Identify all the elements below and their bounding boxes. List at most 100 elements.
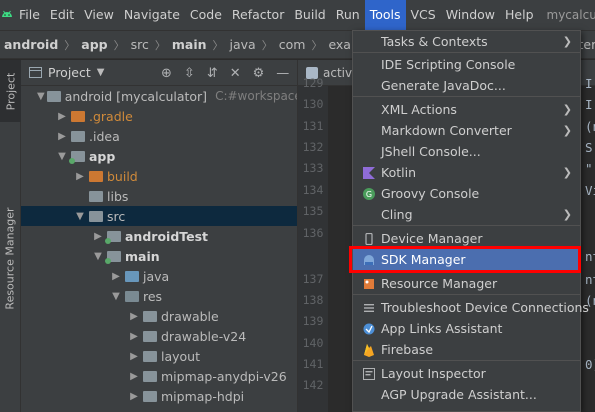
menu-navigate[interactable]: Navigate [119,0,185,30]
menu-item-ide-scripting-console[interactable]: IDE Scripting Console [353,54,580,75]
menu-run[interactable]: Run [331,0,365,30]
code-line-fragment[interactable]: I [585,76,593,91]
menu-item-resource-manager[interactable]: Resource Manager [353,273,580,294]
tree-row[interactable]: ▶ drawable-v24 [21,326,297,346]
code-line-fragment[interactable]: " [585,161,593,176]
chevron-down-icon[interactable]: ▼ [73,211,87,222]
menu-item-kotlin[interactable]: Kotlin ❯ [353,162,580,183]
menu-help[interactable]: Help [500,0,539,30]
menu-item-agp-upgrade-assistant[interactable]: AGP Upgrade Assistant... [353,384,580,405]
chevron-down-icon[interactable]: ▼ [109,291,123,302]
tree-row[interactable]: ▶ .gradle [21,106,297,126]
menu-item-jshell-console[interactable]: JShell Console... [353,141,580,162]
code-line-fragment[interactable]: nt [585,272,595,287]
breadcrumb-item[interactable]: main [172,37,207,52]
resource-manager-tool-tab[interactable]: Resource Manager [0,188,21,328]
tree-row-label: app [89,148,116,164]
tree-row[interactable]: ▶ .idea [21,126,297,146]
project-view-selector[interactable]: Project [48,65,91,80]
crosshair-icon[interactable]: ⊕ [161,66,172,81]
collapse-icon[interactable]: ⇳ [184,66,195,81]
chevron-right-icon[interactable]: ▶ [55,131,69,142]
tree-row-label: src [107,208,126,224]
chevron-right-icon[interactable]: ▶ [127,371,141,382]
menu-vcs[interactable]: VCS [406,0,441,30]
menu-item-device-manager[interactable]: Device Manager [353,228,580,249]
chevron-right-icon[interactable]: ▶ [109,271,123,282]
expand-icon[interactable]: ⇵ [207,66,218,81]
tree-row[interactable]: ▶ mipmap-hdpi [21,386,297,406]
firebase-icon [361,342,377,358]
menu-item-groovy-console[interactable]: G Groovy Console [353,183,580,204]
code-line-fragment[interactable]: (n [585,119,595,134]
tree-row-selected[interactable]: ▼ src [21,206,297,226]
menu-item-firebase[interactable]: Firebase [353,339,580,360]
tree-row[interactable]: ▶ layout [21,346,297,366]
code-line-fragment[interactable]: S [585,140,593,155]
menu-edit[interactable]: Edit [45,0,79,30]
menu-view[interactable]: View [79,0,119,30]
chevron-down-icon[interactable]: ▼ [55,151,69,162]
project-tab-label: Project [4,72,18,110]
menu-code[interactable]: Code [185,0,227,30]
tree-row-label: drawable-v24 [161,328,247,344]
code-line-fragment[interactable]: nt [585,249,595,264]
code-line-fragment[interactable]: 0) [585,357,595,372]
line-number: 140 [302,336,324,350]
tree-row[interactable]: ▼ main [21,246,297,266]
tree-row[interactable]: ▶ build [21,166,297,186]
tree-row[interactable]: ▶ mipmap-anydpi-v26 [21,366,297,386]
tree-row[interactable]: ▼ res [21,286,297,306]
minimize-icon[interactable]: — [276,66,289,81]
code-line-fragment[interactable]: Vi [585,183,595,198]
chevron-right-icon[interactable]: ▶ [127,351,141,362]
menu-item-sdk-manager[interactable]: SDK Manager [353,249,580,270]
chevron-right-icon[interactable]: ▶ [127,331,141,342]
menu-item-tasks-contexts[interactable]: Tasks & Contexts ❯ [353,31,580,52]
menu-file[interactable]: File [14,0,45,30]
menu-item-layout-inspector[interactable]: Layout Inspector [353,363,580,384]
tree-row[interactable]: ▶ drawable [21,306,297,326]
chevron-right-icon[interactable]: ▶ [55,111,69,122]
code-line-fragment[interactable]: I [585,97,593,112]
tree-row-label: mipmap-anydpi-v26 [161,368,287,384]
menu-window[interactable]: Window [441,0,500,30]
close-icon[interactable]: ✕ [230,66,241,81]
menu-build[interactable]: Build [289,0,330,30]
android-studio-icon[interactable] [0,0,14,30]
breadcrumb-item[interactable]: src [131,37,149,52]
device-manager-icon [361,231,377,247]
chevron-right-icon[interactable]: ▶ [127,391,141,402]
submenu-arrow-icon: ❯ [562,166,572,179]
chevron-right-icon[interactable]: ▶ [127,311,141,322]
submenu-arrow-icon: ❯ [562,35,572,48]
breadcrumb-item[interactable]: java [230,37,256,52]
tree-row[interactable]: ▶ androidTest [21,226,297,246]
tree-row[interactable]: ▼ app [21,146,297,166]
chevron-down-icon[interactable]: ▼ [37,91,45,102]
menu-item-app-links-assistant[interactable]: App Links Assistant [353,318,580,339]
breadcrumb-item[interactable]: android [4,37,58,52]
menu-item-markdown-converter[interactable]: Markdown Converter ❯ [353,120,580,141]
gear-icon[interactable]: ⚙ [253,66,265,81]
chevron-right-icon[interactable]: ▶ [73,171,87,182]
menu-item-generate-javadoc[interactable]: Generate JavaDoc... [353,75,580,96]
menu-tools[interactable]: Tools [364,0,406,30]
chevron-down-icon[interactable]: ▼ [91,251,105,262]
tree-row-root[interactable]: ▼ android [mycalculator] C:#workspace#an… [21,86,297,106]
chevron-down-icon[interactable]: ▼ [97,67,105,78]
menu-item-cling[interactable]: Cling ❯ [353,204,580,225]
tree-row[interactable]: libs [21,186,297,206]
chevron-right-icon[interactable]: ▶ [91,231,105,242]
line-number: 133 [302,161,324,175]
menu-item-label: AGP Upgrade Assistant... [381,387,537,402]
tools-menu: Tasks & Contexts ❯ IDE Scripting Console Ge… [352,30,589,412]
menu-refactor[interactable]: Refactor [227,0,289,30]
breadcrumb-item[interactable]: com [279,37,306,52]
menu-item-troubleshoot-device-connections[interactable]: Troubleshoot Device Connections [353,297,589,318]
project-tool-tab[interactable]: Project [0,60,21,122]
menu-item-label: App Links Assistant [381,321,503,336]
breadcrumb-item[interactable]: app [81,37,107,52]
tree-row[interactable]: ▶ java [21,266,297,286]
menu-item-xml-actions[interactable]: XML Actions ❯ [353,99,580,120]
